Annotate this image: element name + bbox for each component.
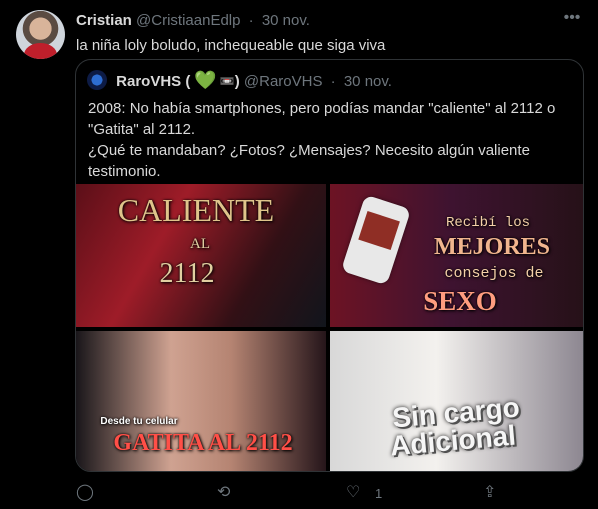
phone-image bbox=[340, 194, 412, 286]
media-tile-gatita[interactable]: Desde tu celular GATITA AL 2112 bbox=[76, 331, 326, 471]
reply-icon[interactable]: ◯ bbox=[76, 484, 94, 502]
tile2-line4: SEXO bbox=[423, 286, 497, 316]
avatar[interactable] bbox=[16, 10, 65, 59]
media-tile-consejos[interactable]: Recibí los MEJORES consejos de SEXO bbox=[330, 184, 583, 327]
media-grid[interactable]: CALIENTE AL 2112 Recibí los MEJORES cons… bbox=[76, 184, 583, 471]
tile2-line2: MEJORES bbox=[433, 234, 550, 260]
quoted-separator-dot: · bbox=[330, 73, 336, 90]
tile3-small-text: Desde tu celular bbox=[100, 416, 178, 427]
quoted-line-4: testimonio. bbox=[88, 163, 161, 180]
tile1-middle: AL bbox=[190, 236, 210, 252]
tile2-line1: Recibí los bbox=[445, 215, 530, 231]
media-tile-sin-cargo[interactable]: Sin cargo Adicional bbox=[330, 331, 583, 471]
quoted-tweet-header: RaroVHS (💚 📼) @RaroVHS · 30 nov. bbox=[87, 70, 392, 92]
quoted-author-name-end: ) bbox=[234, 73, 240, 90]
heart-icon: 💚 bbox=[194, 70, 217, 90]
tweet-date[interactable]: 30 nov. bbox=[262, 12, 310, 29]
quoted-line-1: 2008: No había smartphones, pero podías … bbox=[88, 100, 556, 117]
recording-icon: 📼 bbox=[219, 74, 235, 88]
retweet-icon[interactable]: ⟲ bbox=[217, 484, 230, 502]
quoted-author-name[interactable]: RaroVHS ( bbox=[116, 73, 190, 90]
tile3-title: GATITA AL 2112 bbox=[113, 430, 293, 456]
quoted-date[interactable]: 30 nov. bbox=[344, 73, 392, 90]
quoted-line-2: "Gatita" al 2112. bbox=[88, 121, 196, 138]
quoted-avatar[interactable] bbox=[87, 70, 107, 90]
quoted-tweet[interactable]: RaroVHS (💚 📼) @RaroVHS · 30 nov. 2008: No… bbox=[75, 59, 584, 472]
tile1-number: 2112 bbox=[159, 258, 215, 289]
tweet-header: Cristian @CristiaanEdlp · 30 nov. bbox=[76, 12, 310, 30]
like-count: 1 bbox=[375, 486, 383, 501]
tweet-text: la niña loly boludo, inchequeable que si… bbox=[76, 37, 386, 54]
quoted-line-3: ¿Qué te mandaban? ¿Fotos? ¿Mensajes? Nec… bbox=[88, 142, 530, 159]
separator-dot: · bbox=[248, 12, 254, 29]
tile2-line3: consejos de bbox=[444, 265, 544, 282]
tile1-title: CALIENTE bbox=[117, 192, 275, 228]
author-name[interactable]: Cristian bbox=[76, 12, 132, 29]
tweet-actions: ◯ ⟲ ♡ 1 ⇪ bbox=[76, 484, 506, 502]
heart-icon[interactable]: ♡ bbox=[346, 484, 360, 502]
share-icon[interactable]: ⇪ bbox=[483, 484, 496, 502]
quoted-author-handle[interactable]: @RaroVHS bbox=[244, 73, 323, 90]
more-icon[interactable]: ••• bbox=[562, 10, 582, 26]
author-handle[interactable]: @CristiaanEdlp bbox=[136, 12, 240, 29]
media-tile-caliente[interactable]: CALIENTE AL 2112 bbox=[76, 184, 326, 327]
quoted-tweet-text: 2008: No había smartphones, pero podías … bbox=[88, 98, 568, 182]
